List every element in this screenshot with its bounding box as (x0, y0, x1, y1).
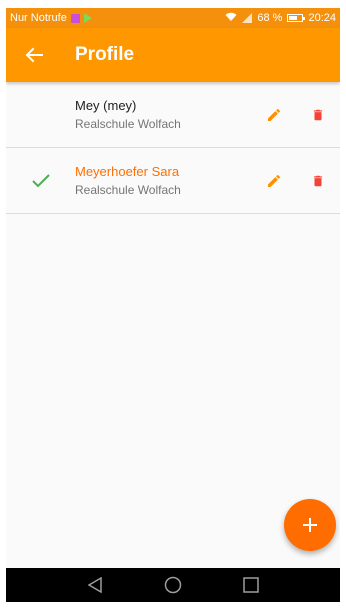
profile-school: Realschule Wolfach (75, 117, 181, 131)
pencil-icon (268, 174, 281, 187)
profile-row-selected[interactable]: Meyerhoefer Sara Realschule Wolfach (6, 148, 340, 214)
triangle-back-icon (88, 577, 102, 593)
notification-icon (70, 13, 80, 23)
delete-profile-button[interactable] (305, 102, 331, 128)
app-screen: Nur Notrufe 68 % 20:24 Profile Mey (mey) (6, 8, 340, 602)
back-button[interactable] (6, 28, 62, 82)
trash-icon (313, 175, 323, 186)
check-icon (31, 173, 50, 187)
selection-slot (6, 173, 75, 188)
nav-recents-button[interactable] (240, 574, 262, 596)
plus-icon (303, 518, 317, 532)
nav-home-button[interactable] (162, 574, 184, 596)
add-profile-button[interactable] (284, 499, 336, 551)
nav-back-button[interactable] (84, 574, 106, 596)
app-bar: Profile (6, 28, 340, 82)
battery-percent: 68 % (257, 12, 283, 24)
trash-icon (313, 109, 323, 120)
page-title: Profile (75, 44, 135, 65)
arrow-back-icon (25, 47, 43, 63)
system-nav-bar (6, 568, 340, 602)
carrier-label: Nur Notrufe (10, 12, 67, 24)
edit-profile-button[interactable] (261, 102, 287, 128)
profile-row[interactable]: Mey (mey) Realschule Wolfach (6, 82, 340, 148)
profile-text: Meyerhoefer Sara Realschule Wolfach (75, 164, 261, 197)
square-recents-icon (243, 577, 259, 593)
battery-icon (287, 14, 306, 22)
signal-icon (242, 13, 253, 23)
profile-text: Mey (mey) Realschule Wolfach (75, 98, 261, 131)
profile-name: Meyerhoefer Sara (75, 164, 180, 179)
status-bar: Nur Notrufe 68 % 20:24 (6, 8, 340, 28)
profile-school: Realschule Wolfach (75, 183, 181, 197)
profile-list: Mey (mey) Realschule Wolfach Meyerhoefer… (6, 82, 340, 214)
pencil-icon (268, 108, 281, 121)
circle-home-icon (164, 576, 182, 594)
edit-profile-button[interactable] (261, 168, 287, 194)
play-store-icon (83, 13, 92, 23)
wifi-icon (225, 12, 237, 24)
delete-profile-button[interactable] (305, 168, 331, 194)
clock: 20:24 (308, 12, 336, 24)
profile-name: Mey (mey) (75, 98, 137, 113)
